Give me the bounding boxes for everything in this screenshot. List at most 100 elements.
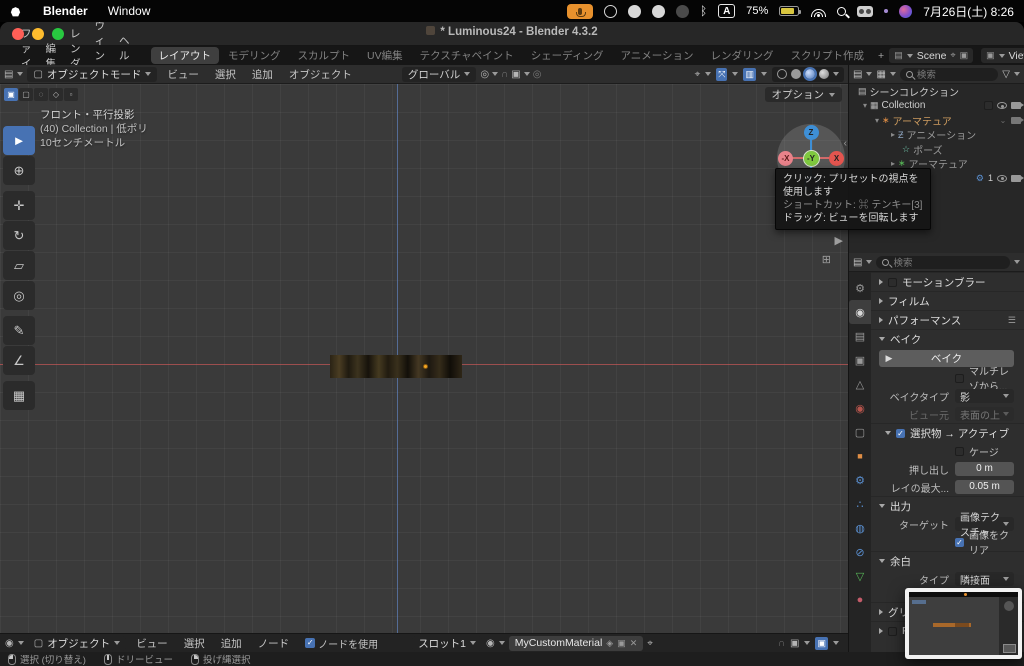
- siri-icon[interactable]: [899, 5, 912, 18]
- camera-view-icon[interactable]: ▶: [835, 234, 843, 247]
- panel-film[interactable]: フィルム: [871, 291, 1024, 310]
- tab-sculpting[interactable]: スカルプト: [290, 47, 359, 64]
- panel-motion-blur[interactable]: モーションブラー: [871, 272, 1024, 291]
- new-scene-icon[interactable]: ▣: [960, 50, 969, 61]
- microphone-indicator[interactable]: [567, 4, 593, 19]
- prop-tab-material[interactable]: ●: [849, 588, 871, 612]
- transform-orientation-dropdown[interactable]: グローバル: [402, 67, 476, 82]
- line-tray-icon[interactable]: [652, 5, 665, 18]
- prop-tab-scene[interactable]: △: [849, 372, 871, 396]
- input-source-indicator[interactable]: A: [718, 4, 735, 18]
- panel-performance[interactable]: パフォーマンス ☰: [871, 310, 1024, 329]
- gizmo-axis-z[interactable]: Z: [804, 125, 819, 140]
- shader-type-dropdown[interactable]: ▢ オブジェクト: [28, 636, 126, 651]
- snap-magnet-icon[interactable]: ∩: [501, 69, 508, 80]
- prop-tab-particles[interactable]: ∴: [849, 492, 871, 516]
- prop-tab-tool[interactable]: ⚙: [849, 276, 871, 300]
- shader-menu-view[interactable]: ビュー: [130, 636, 174, 651]
- prop-tab-output[interactable]: ▤: [849, 324, 871, 348]
- extrusion-field[interactable]: 0 m: [955, 462, 1014, 476]
- slot-dropdown[interactable]: スロット1: [412, 636, 482, 651]
- viewport-3d[interactable]: ▣ ▢ ◌ ◇ ▫ フロント・平行投影 (40) Collection | 低ポ…: [0, 84, 848, 633]
- fake-user-shield-icon[interactable]: ◈: [606, 638, 613, 649]
- outliner-search-input[interactable]: 検索: [900, 68, 998, 81]
- menu-window[interactable]: Window: [100, 4, 159, 18]
- prop-tab-constraints[interactable]: ⊘: [849, 540, 871, 564]
- shading-rendered-icon[interactable]: [819, 69, 829, 79]
- prop-tab-object[interactable]: ■: [849, 444, 871, 468]
- outliner-row-scene-collection[interactable]: ▤ シーンコレクション: [849, 84, 1024, 99]
- viewport-menu-object[interactable]: オブジェクト: [283, 67, 358, 82]
- outliner-row-collection[interactable]: ▾ ▦ Collection: [849, 99, 1024, 114]
- bluetooth-icon[interactable]: ᛒ: [700, 4, 707, 18]
- use-nodes-checkbox[interactable]: [305, 638, 315, 648]
- shader-menu-select[interactable]: 選択: [178, 636, 211, 651]
- hide-eye-icon[interactable]: [997, 102, 1007, 109]
- tab-shading[interactable]: シェーディング: [523, 47, 612, 64]
- tab-scripting[interactable]: スクリプト作成: [783, 47, 873, 64]
- measure-tool[interactable]: ∠: [3, 346, 35, 375]
- shading-solid-icon[interactable]: [791, 69, 801, 79]
- battery-icon[interactable]: [779, 6, 799, 16]
- hide-eye-icon[interactable]: [997, 175, 1007, 182]
- prop-tab-collection[interactable]: ▢: [849, 420, 871, 444]
- margin-type-dropdown[interactable]: 隣接面: [955, 572, 1014, 586]
- pin-icon[interactable]: ⌖: [647, 638, 653, 649]
- select-box-tool[interactable]: ►: [3, 126, 35, 155]
- tab-animation[interactable]: アニメーション: [612, 47, 701, 64]
- outliner-row-animation[interactable]: ▸ Ƶ アニメーション: [849, 128, 1024, 143]
- gizmo-axis-neg-y[interactable]: -Y: [804, 151, 819, 166]
- proportional-editing-icon[interactable]: ◎: [533, 69, 542, 80]
- prop-tab-render[interactable]: ◉: [849, 300, 871, 324]
- cursor-tool[interactable]: ⊕: [3, 156, 35, 185]
- outliner-display-mode-icon[interactable]: ▦: [876, 69, 885, 80]
- apple-menu-icon[interactable]: [10, 5, 21, 17]
- gizmo-axis-neg-x[interactable]: -X: [778, 151, 793, 166]
- cage-checkbox[interactable]: [955, 447, 964, 456]
- render-visibility-icon[interactable]: [1011, 175, 1021, 182]
- snap-target-icon[interactable]: ▣: [511, 69, 520, 80]
- mode-dropdown[interactable]: ▢ オブジェクトモード: [27, 67, 157, 82]
- view-from-dropdown[interactable]: 表面の上: [955, 407, 1014, 421]
- collection-checkbox[interactable]: [984, 101, 993, 110]
- presets-icon[interactable]: ☰: [1008, 315, 1016, 326]
- viewlayer-name[interactable]: ViewLayer: [1009, 50, 1024, 62]
- material-browse-icon[interactable]: ◉: [486, 638, 495, 649]
- outliner-row-pose[interactable]: ☆ ポーズ: [849, 142, 1024, 157]
- new-material-icon[interactable]: ▣: [617, 638, 626, 649]
- overlays-toggle-icon[interactable]: ⤧: [716, 68, 727, 81]
- lowpoly-object[interactable]: [330, 355, 462, 378]
- tab-uv-editing[interactable]: UV編集: [359, 47, 411, 64]
- editor-type-3d-icon[interactable]: ▤: [4, 69, 13, 80]
- selected-to-active-checkbox[interactable]: [896, 429, 905, 438]
- obs-tray-icon[interactable]: [604, 5, 617, 18]
- select-mode-lasso[interactable]: ◇: [49, 88, 63, 101]
- transform-tool[interactable]: ◎: [3, 281, 35, 310]
- annotate-tool[interactable]: ✎: [3, 316, 35, 345]
- tab-modeling[interactable]: モデリング: [220, 47, 289, 64]
- ray-distance-field[interactable]: 0.05 m: [955, 480, 1014, 494]
- rotate-tool[interactable]: ↻: [3, 221, 35, 250]
- render-visibility-icon[interactable]: [1011, 117, 1021, 124]
- screen-preview-window[interactable]: [905, 588, 1022, 659]
- shader-menu-add[interactable]: 追加: [215, 636, 248, 651]
- panel-bake[interactable]: ベイク: [871, 329, 1024, 348]
- outliner-row-armature-object[interactable]: ▾ ∗ アーマテュア ⌄: [849, 113, 1024, 128]
- prop-tab-object-data[interactable]: ▽: [849, 564, 871, 588]
- viewport-menu-view[interactable]: ビュー: [161, 67, 205, 82]
- gizmo-axis-x[interactable]: X: [829, 151, 844, 166]
- wifi-icon[interactable]: [810, 6, 826, 17]
- properties-search-input[interactable]: 検索: [876, 256, 1010, 269]
- scene-selector[interactable]: ▤ Scene ⌖ ▣: [889, 48, 973, 63]
- render-visibility-icon[interactable]: [1011, 102, 1021, 109]
- modifier-wrench-icon[interactable]: ⚙: [976, 173, 984, 184]
- menubar-clock[interactable]: 7月26日(土) 8:26: [923, 3, 1014, 20]
- xray-toggle-icon[interactable]: ▥: [743, 68, 756, 81]
- shading-wireframe-icon[interactable]: [777, 69, 787, 79]
- outliner-filter-icon[interactable]: ▽: [1002, 69, 1010, 80]
- tab-layout[interactable]: レイアウト: [151, 47, 220, 64]
- viewlayer-selector[interactable]: ▣ ViewLayer ▣: [981, 48, 1024, 63]
- clear-image-checkbox[interactable]: [955, 538, 964, 547]
- material-name-field[interactable]: MyCustomMaterial ◈ ▣ ✕: [509, 636, 644, 651]
- region-collapse-arrow[interactable]: ‹: [844, 138, 847, 149]
